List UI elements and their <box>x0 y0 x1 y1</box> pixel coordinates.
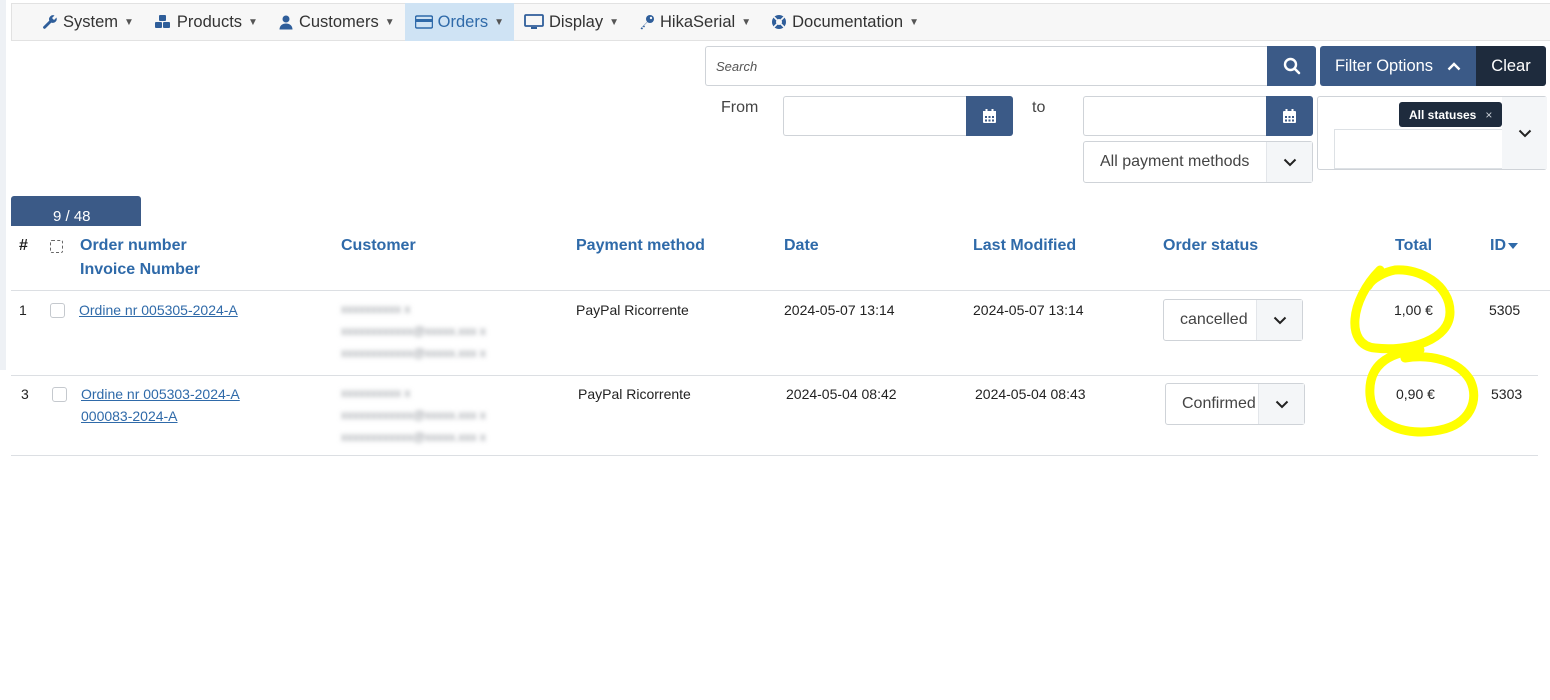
payment-method-cell: PayPal Ricorrente <box>576 302 689 318</box>
column-header-payment-method[interactable]: Payment method <box>576 234 705 258</box>
status-tag-label: All statuses <box>1409 107 1477 122</box>
status-search-input[interactable] <box>1334 129 1502 169</box>
menu-documentation-label: Documentation <box>792 12 904 31</box>
column-header-customer[interactable]: Customer <box>341 234 416 258</box>
caret-down-icon: ▼ <box>609 16 619 28</box>
lifebuoy-icon <box>771 14 787 30</box>
caret-down-icon: ▼ <box>384 16 395 28</box>
id-cell: 5305 <box>1489 302 1521 318</box>
menu-system-label: System <box>63 12 119 31</box>
order-number-cell: Ordine nr 005303-2024-A <box>81 386 240 402</box>
column-header-order-number[interactable]: Order number <box>80 234 187 258</box>
invoice-number-link[interactable]: 000083-2024-A <box>81 408 178 424</box>
to-label: to <box>1032 99 1046 116</box>
chevron-up-icon <box>1447 61 1461 71</box>
column-header-id-label: ID <box>1490 237 1506 254</box>
customer-info-redacted: xxxxxxxxxx x xxxxxxxxxxxx@xxxxx.xxx x xxxx… <box>341 302 486 360</box>
order-status-value: cancelled <box>1180 311 1248 328</box>
order-number-link[interactable]: Ordine nr 005305-2024-A <box>79 302 238 318</box>
menu-products[interactable]: Products ▼ <box>144 3 268 41</box>
menu-products-label: Products <box>176 12 243 31</box>
payment-method-select[interactable]: All payment methods <box>1083 141 1313 183</box>
last-modified-cell: 2024-05-07 13:14 <box>973 302 1084 318</box>
invoice-number-cell: 000083-2024-A <box>81 408 178 424</box>
menu-orders[interactable]: Orders ▼ <box>404 3 514 41</box>
order-status-select[interactable]: Confirmed <box>1165 383 1305 425</box>
status-tag-all-statuses: All statuses × <box>1399 102 1503 127</box>
search-icon <box>1283 57 1301 75</box>
sort-desc-icon <box>1508 242 1518 250</box>
row-divider <box>11 375 1538 376</box>
chevron-down-icon <box>1258 384 1304 424</box>
order-number-link[interactable]: Ordine nr 005303-2024-A <box>81 386 240 402</box>
caret-down-icon: ▼ <box>741 16 752 28</box>
column-header-number: # <box>19 237 28 254</box>
customer-info-redacted: xxxxxxxxxx x xxxxxxxxxxxx@xxxxx.xxx x xxxx… <box>341 386 486 444</box>
row-divider <box>11 455 1538 456</box>
column-header-order-status[interactable]: Order status <box>1163 234 1258 258</box>
caret-down-icon: ▼ <box>494 16 504 28</box>
select-all-checkbox[interactable] <box>50 240 63 253</box>
column-header-total[interactable]: Total <box>1395 234 1432 258</box>
chevron-down-icon <box>1256 300 1302 340</box>
total-cell: 1,00 € <box>1394 302 1433 318</box>
clear-button[interactable]: Clear <box>1476 46 1546 86</box>
calendar-icon <box>1282 108 1297 124</box>
page-edge <box>0 0 6 370</box>
column-header-date[interactable]: Date <box>784 234 819 258</box>
from-label: From <box>721 99 759 116</box>
menu-documentation[interactable]: Documentation ▼ <box>761 3 929 41</box>
user-icon <box>278 14 294 30</box>
calendar-icon <box>982 108 997 124</box>
menu-system[interactable]: System ▼ <box>32 3 144 41</box>
menu-customers[interactable]: Customers ▼ <box>268 3 405 41</box>
total-cell: 0,90 € <box>1396 386 1435 402</box>
order-status-filter[interactable]: All statuses × <box>1317 96 1547 170</box>
date-cell: 2024-05-04 08:42 <box>786 386 897 402</box>
caret-down-icon: ▼ <box>909 16 919 28</box>
order-number-cell: Ordine nr 005305-2024-A <box>79 302 238 318</box>
payment-method-cell: PayPal Ricorrente <box>578 386 691 402</box>
menu-orders-label: Orders <box>437 12 489 31</box>
column-header-last-modified[interactable]: Last Modified <box>973 234 1076 258</box>
to-date-input[interactable] <box>1083 96 1266 136</box>
from-date-input[interactable] <box>783 96 966 136</box>
chevron-down-icon[interactable] <box>1502 97 1547 169</box>
menu-display-label: Display <box>548 12 604 31</box>
chevron-down-icon <box>1266 142 1312 182</box>
menu-hikaserial-label: HikaSerial <box>660 12 736 31</box>
wrench-icon <box>42 14 58 30</box>
row-checkbox[interactable] <box>50 303 65 318</box>
last-modified-cell: 2024-05-04 08:43 <box>975 386 1086 402</box>
caret-down-icon: ▼ <box>124 16 134 28</box>
payment-method-selected: All payment methods <box>1100 153 1250 170</box>
search-button[interactable] <box>1267 46 1316 86</box>
menu-hikaserial[interactable]: HikaSerial ▼ <box>629 3 761 41</box>
search-input[interactable] <box>705 46 1267 86</box>
order-status-select[interactable]: cancelled <box>1163 299 1303 341</box>
filter-options-button[interactable]: Filter Options <box>1320 46 1476 86</box>
row-number: 3 <box>21 386 29 402</box>
filter-options-label: Filter Options <box>1334 56 1434 75</box>
menu-display[interactable]: Display ▼ <box>514 3 629 41</box>
pagination-counter: 9 / 48 <box>11 196 141 226</box>
from-date-picker-button[interactable] <box>966 96 1013 136</box>
column-header-id[interactable]: ID <box>1490 234 1518 258</box>
order-status-value: Confirmed <box>1182 395 1256 412</box>
key-icon <box>639 14 655 30</box>
date-cell: 2024-05-07 13:14 <box>784 302 895 318</box>
monitor-icon <box>524 14 544 30</box>
row-checkbox[interactable] <box>52 387 67 402</box>
credit-card-icon <box>414 15 433 29</box>
caret-down-icon: ▼ <box>248 16 258 28</box>
remove-tag-icon[interactable]: × <box>1485 108 1492 122</box>
id-cell: 5303 <box>1491 386 1523 402</box>
column-header-invoice-number[interactable]: Invoice Number <box>80 258 200 282</box>
cubes-icon <box>154 14 172 30</box>
menu-customers-label: Customers <box>298 12 379 31</box>
to-date-picker-button[interactable] <box>1266 96 1313 136</box>
table-header-divider <box>11 290 1550 291</box>
row-number: 1 <box>19 302 27 318</box>
top-menu-bar: System ▼ Products ▼ Customers ▼ Orders ▼… <box>11 3 1550 41</box>
